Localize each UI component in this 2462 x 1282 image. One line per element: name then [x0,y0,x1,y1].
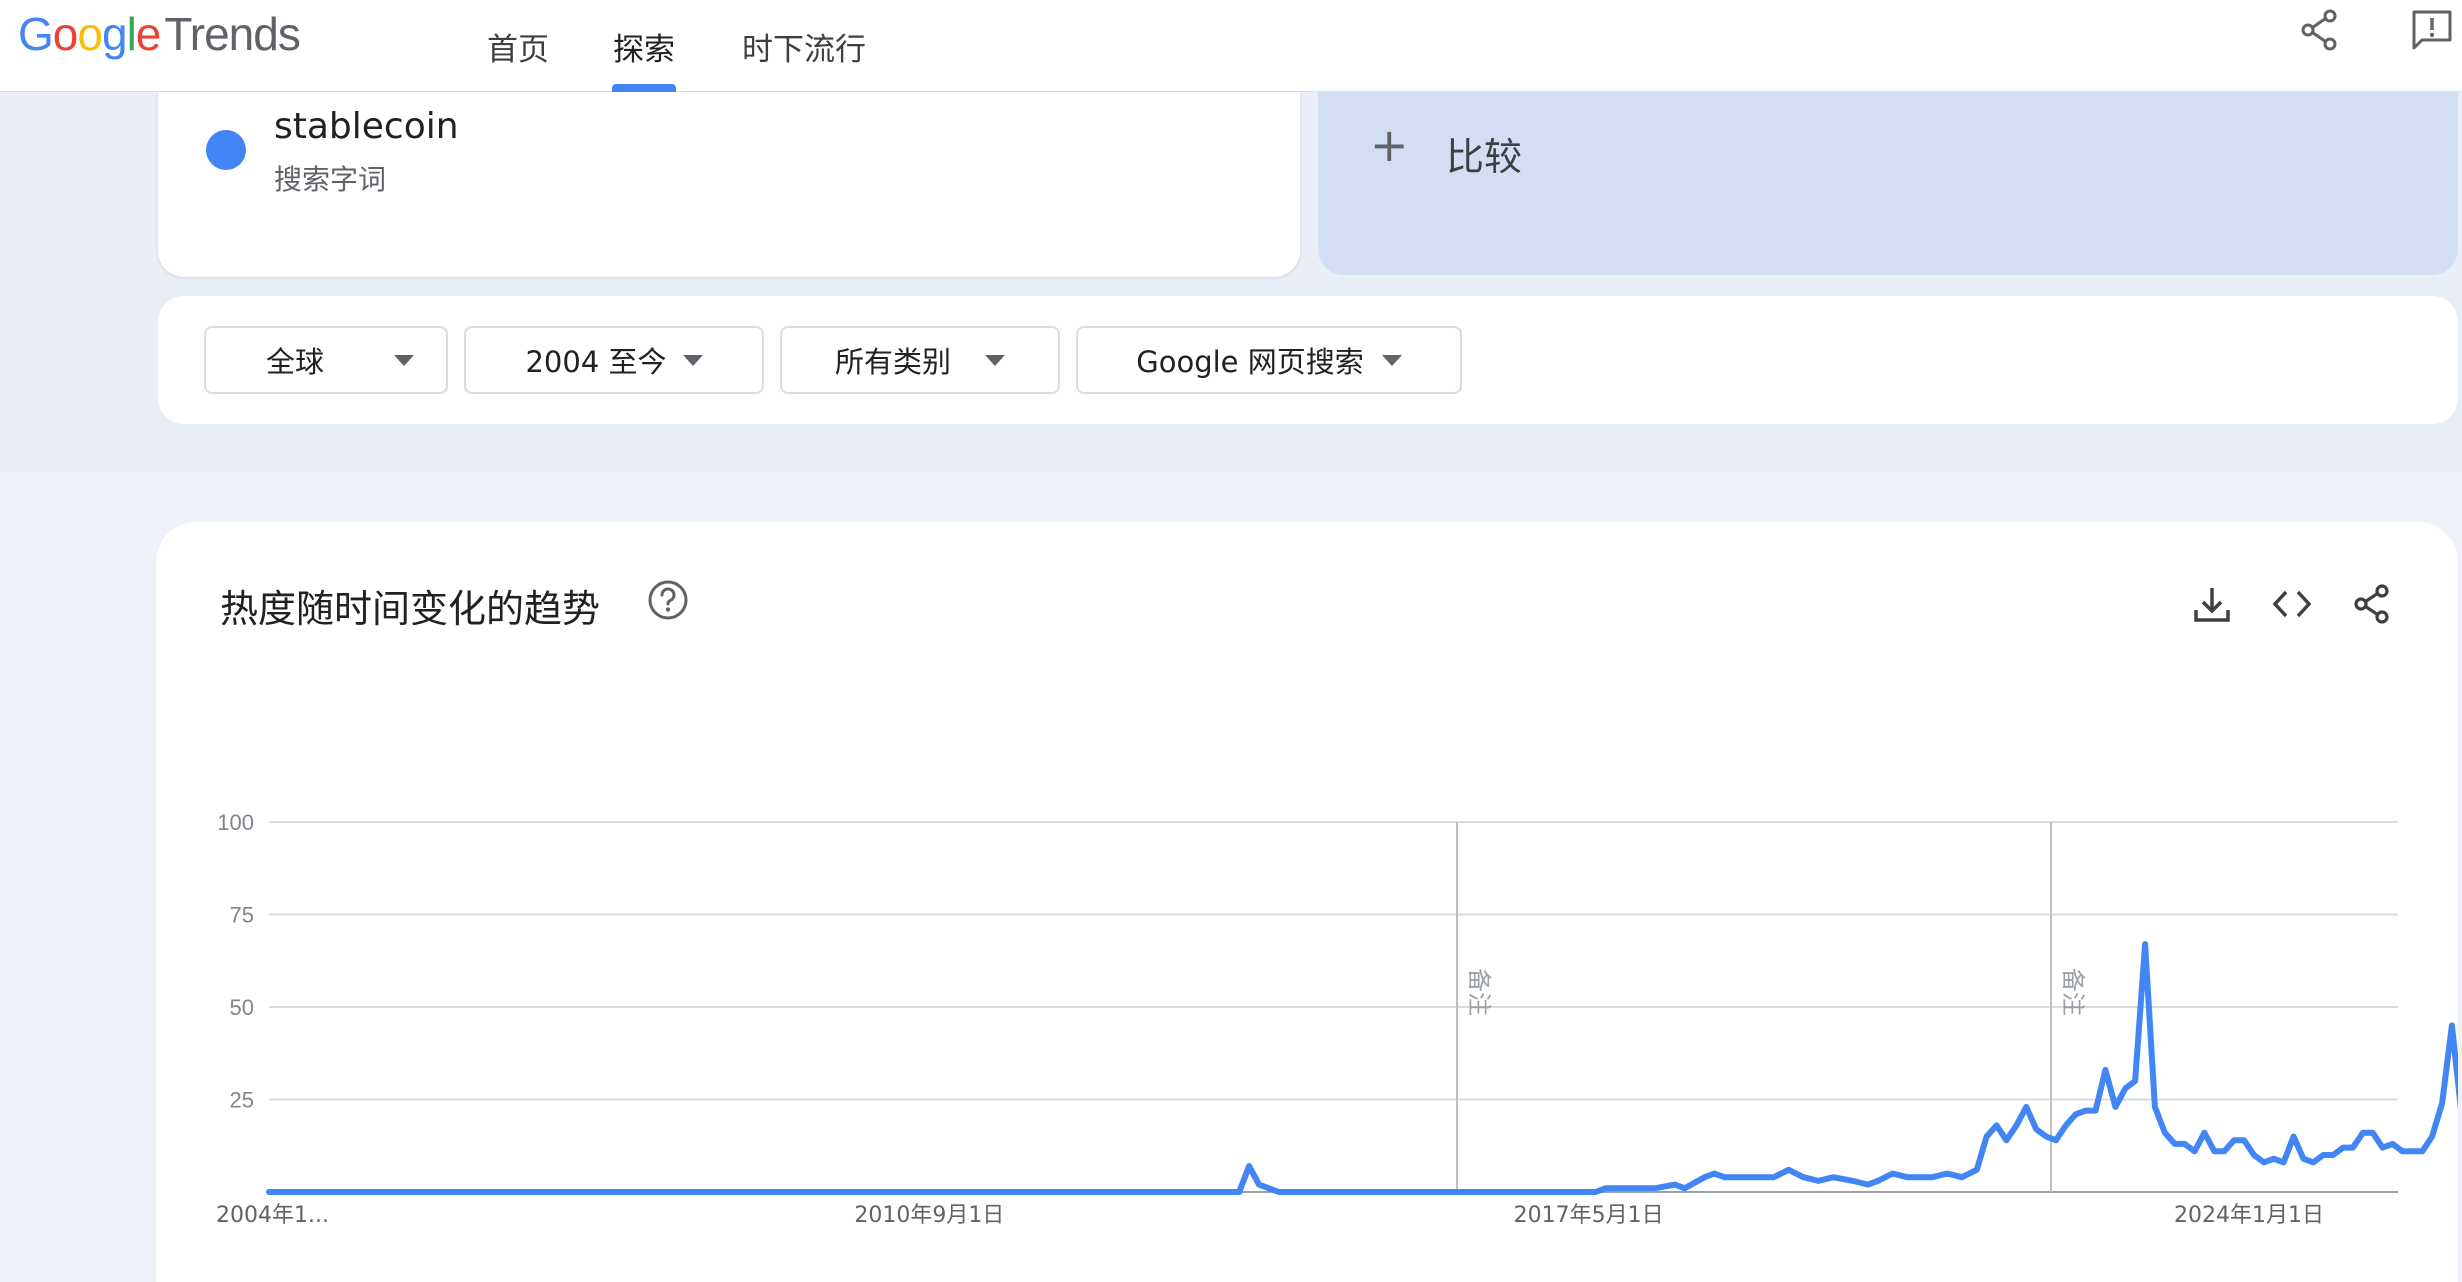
google-trends-logo[interactable]: GoogleTrends [18,6,301,62]
chevron-down-icon [394,354,414,366]
tab-trending-now[interactable]: 时下流行 [732,0,876,92]
y-tick-label: 25 [230,1088,254,1113]
x-tick-label: 2010年9月1日 [854,1203,1004,1228]
feedback-icon[interactable] [2408,6,2456,54]
region-value: 全球 [265,345,324,379]
search-term-card[interactable]: stablecoin 搜索字词 [158,92,1300,277]
category-dropdown[interactable]: 所有类别 [780,326,1060,394]
y-tick-label: 50 [230,995,254,1020]
x-tick-label: 2004年1... [216,1203,329,1228]
trend-line-chart[interactable]: 100 75 50 25 2004年1... 2010年9月1日 2017年5月1日 2024… [156,522,2458,1282]
logo-trends-text: Trends [164,8,300,60]
tab-home[interactable]: 首页 [472,0,564,92]
region-dropdown[interactable]: 全球 [204,326,448,394]
search-term-name[interactable]: stablecoin [274,106,459,147]
time-range-value: 2004 至今 [525,345,667,379]
interest-over-time-card: 热度随时间变化的趋势 100 75 50 25 2004年1... 2010年9月1日 20… [156,522,2458,1282]
chevron-down-icon [985,354,1005,366]
chevron-down-icon [1381,354,1402,366]
y-tick-label: 100 [217,810,254,835]
plus-icon: + [1370,118,1409,172]
y-tick-label: 75 [230,903,254,928]
time-range-dropdown[interactable]: 2004 至今 [464,326,764,394]
search-property-value: Google 网页搜索 [1136,345,1364,379]
compare-card[interactable]: + 比较 [1318,92,2458,275]
search-property-dropdown[interactable]: Google 网页搜索 [1076,326,1462,394]
compare-label: 比较 [1446,135,1523,179]
tab-explore[interactable]: 探索 [598,0,690,92]
term-color-dot [206,130,246,170]
x-tick-label: 2017年5月1日 [1514,1203,1664,1228]
x-tick-label: 2024年1月1日 [2174,1203,2324,1228]
search-term-type: 搜索字词 [274,163,387,196]
share-icon[interactable] [2296,6,2344,54]
chevron-down-icon [682,354,703,366]
annotation-label: 备注 [2059,968,2087,1016]
filter-bar: 全球 2004 至今 所有类别 Google 网页搜索 [158,296,2458,424]
top-bar: GoogleTrends 首页 探索 时下流行 [0,0,2462,92]
category-value: 所有类别 [834,345,951,379]
active-tab-indicator [612,84,676,92]
annotation-label: 备注 [1465,968,1493,1016]
